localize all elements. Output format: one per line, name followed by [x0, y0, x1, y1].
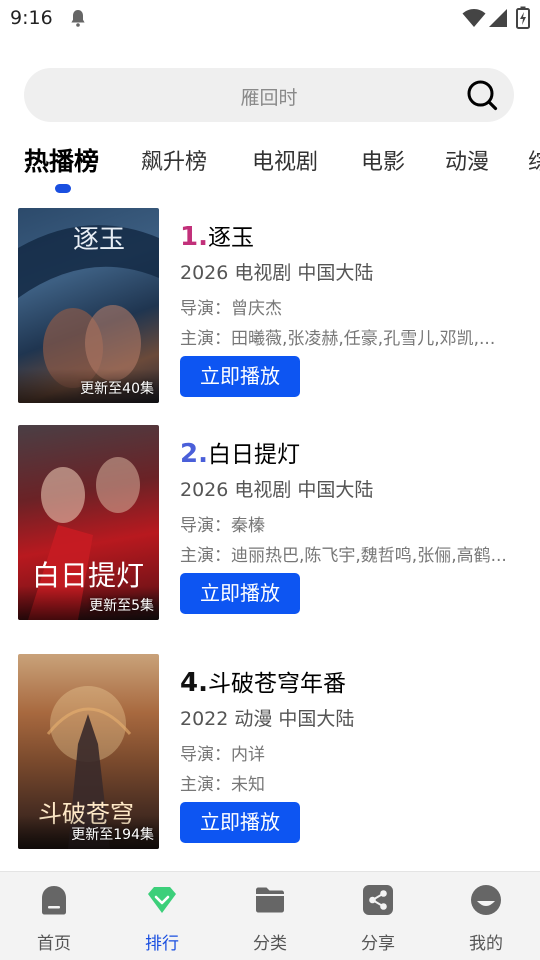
item-title[interactable]: 4.斗破苍穹年番	[180, 664, 346, 698]
poster-image[interactable]: 白日提灯 更新至5集	[18, 425, 159, 620]
nav-profile[interactable]: 我的	[432, 872, 540, 960]
item-cast: 主演：未知	[180, 775, 265, 795]
battery-icon	[516, 6, 530, 29]
status-bar: 9:16	[0, 0, 540, 36]
bottom-nav: 首页 排行 分类 分享 我的	[0, 871, 540, 960]
nav-share[interactable]: 分享	[324, 872, 432, 960]
item-cast: 主演：迪丽热巴,陈飞宇,魏哲鸣,张俪,高鹤...	[180, 546, 507, 566]
item-director: 导演：内详	[180, 745, 265, 765]
tab-anime[interactable]: 动漫	[445, 144, 489, 176]
item-director: 导演：曾庆杰	[180, 299, 282, 319]
status-time: 9:16	[10, 7, 53, 29]
play-now-button[interactable]: 立即播放	[180, 802, 300, 843]
nav-label: 分享	[361, 934, 395, 954]
item-meta: 2022 动漫 中国大陆	[180, 708, 355, 730]
nav-label: 排行	[145, 934, 179, 954]
item-title[interactable]: 1.逐玉	[180, 218, 254, 252]
folder-icon	[256, 887, 284, 913]
title-text: 逐玉	[207, 225, 254, 251]
item-cast: 主演：田曦薇,张凌赫,任豪,孔雪儿,邓凯,...	[180, 329, 496, 349]
poster-image[interactable]: 逐玉 更新至40集	[18, 208, 159, 403]
episode-badge: 更新至40集	[80, 381, 154, 397]
item-director: 导演：秦榛	[180, 516, 265, 536]
nav-home[interactable]: 首页	[0, 872, 108, 960]
active-tab-indicator	[55, 184, 71, 193]
nav-label: 首页	[37, 934, 71, 954]
profile-icon	[471, 885, 501, 915]
tab-hot[interactable]: 热播榜	[24, 142, 99, 178]
home-icon	[42, 886, 66, 915]
tab-rising[interactable]: 飙升榜	[141, 144, 207, 176]
search-icon[interactable]	[466, 79, 498, 111]
nav-label: 分类	[253, 934, 287, 954]
poster-title: 逐玉	[73, 225, 125, 255]
rank-number: 1.	[180, 222, 208, 252]
item-meta: 2026 电视剧 中国大陆	[180, 262, 374, 284]
tab-movie[interactable]: 电影	[361, 144, 405, 176]
nav-label: 我的	[469, 934, 503, 954]
nav-ranking[interactable]: 排行	[108, 872, 216, 960]
list-item[interactable]: 逐玉 更新至40集 1.逐玉 2026 电视剧 中国大陆 导演：曾庆杰 主演：田…	[0, 208, 540, 408]
title-text: 斗破苍穹年番	[207, 671, 346, 697]
play-now-button[interactable]: 立即播放	[180, 356, 300, 397]
episode-badge: 更新至5集	[89, 598, 154, 614]
list-item[interactable]: 斗破苍穹 更新至194集 4.斗破苍穹年番 2022 动漫 中国大陆 导演：内详…	[0, 654, 540, 854]
rank-number: 2.	[180, 439, 208, 469]
item-title[interactable]: 2.白日提灯	[180, 435, 300, 469]
search-bar[interactable]: 雁回时	[24, 68, 514, 122]
category-tabs: 热播榜 飙升榜 电视剧 电影 动漫 综	[0, 136, 540, 196]
poster-image[interactable]: 斗破苍穹 更新至194集	[18, 654, 159, 849]
item-meta: 2026 电视剧 中国大陆	[180, 479, 374, 501]
nav-category[interactable]: 分类	[216, 872, 324, 960]
episode-badge: 更新至194集	[71, 827, 154, 843]
title-text: 白日提灯	[207, 442, 300, 468]
notification-icon	[71, 10, 85, 27]
signal-icon	[489, 9, 507, 27]
list-item[interactable]: 白日提灯 更新至5集 2.白日提灯 2026 电视剧 中国大陆 导演：秦榛 主演…	[0, 425, 540, 625]
play-now-button[interactable]: 立即播放	[180, 573, 300, 614]
search-input[interactable]: 雁回时	[24, 83, 514, 110]
rank-number: 4.	[180, 668, 208, 698]
diamond-icon	[148, 887, 176, 913]
tab-tv[interactable]: 电视剧	[252, 144, 318, 176]
app-screen: 9:16 雁回时 热播榜 飙升榜 电视剧 电影 动漫 综 逐玉 更新至40集 1…	[0, 0, 540, 960]
share-icon	[363, 885, 393, 915]
wifi-icon	[462, 9, 486, 27]
tab-variety[interactable]: 综	[528, 144, 540, 176]
